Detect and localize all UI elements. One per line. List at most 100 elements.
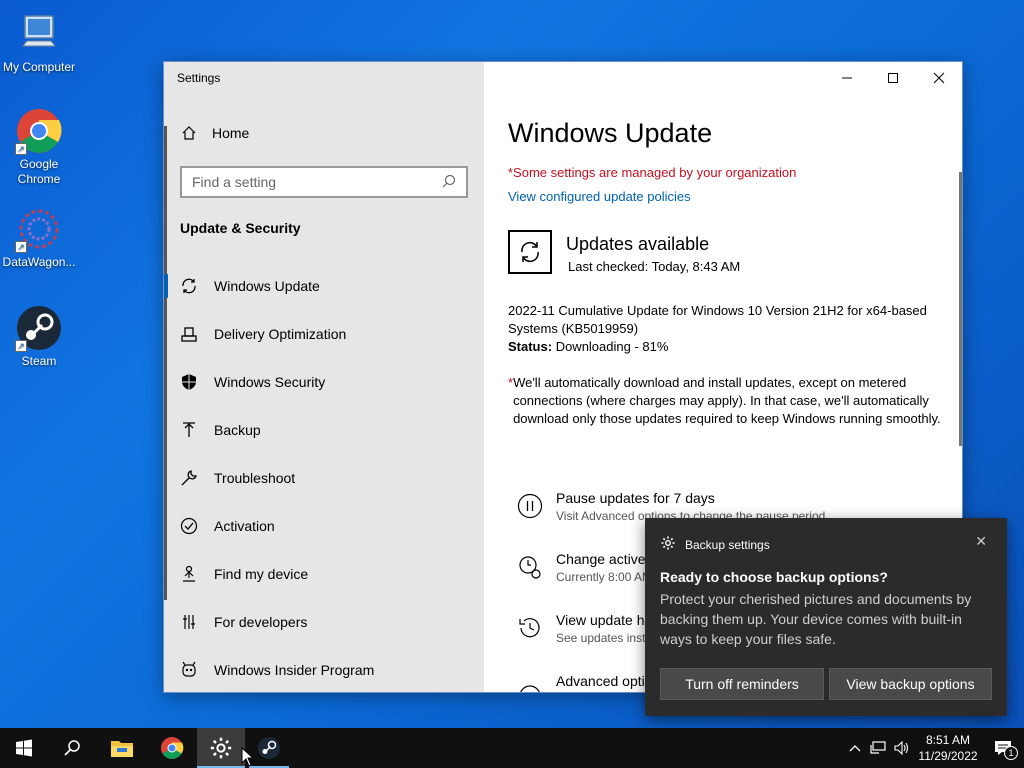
main-scrollbar[interactable]: [959, 172, 962, 446]
toast-body: Protect your cherished pictures and docu…: [660, 591, 972, 647]
toast-close-button[interactable]: ✕: [975, 533, 987, 550]
gear-icon: [210, 737, 232, 759]
chrome-taskbar-button[interactable]: [148, 728, 196, 768]
clock[interactable]: 8:51 AM 11/29/2022: [914, 732, 982, 764]
shortcut-arrow-icon: ↗: [15, 241, 27, 253]
auto-download-note: * We'll automatically download and insta…: [508, 374, 948, 428]
search-placeholder: Find a setting: [192, 174, 277, 190]
page-title: Windows Update: [508, 118, 713, 148]
gear-icon: [661, 536, 675, 553]
chrome-icon: ↗: [15, 107, 63, 155]
home-label: Home: [212, 125, 250, 141]
view-backup-options-button[interactable]: View backup options: [829, 668, 992, 700]
toast-title: Ready to choose backup options?: [660, 569, 888, 585]
window-title: Settings: [177, 71, 221, 85]
clock-icon: [516, 553, 544, 581]
volume-button[interactable]: [890, 741, 914, 755]
sidebar-item-windows-update[interactable]: Windows Update: [164, 262, 484, 310]
advanced-gear-icon: [516, 675, 544, 692]
search-icon: [442, 174, 456, 191]
desktop-icon-steam[interactable]: ↗ Steam: [0, 304, 78, 369]
update-description: 2022-11 Cumulative Update for Windows 10…: [508, 302, 928, 356]
desktop-icon-label: My Computer: [2, 60, 76, 74]
home-icon: [180, 124, 198, 142]
windows-logo-icon: [16, 739, 32, 757]
option-title: Pause updates for 7 days: [556, 490, 715, 506]
folder-icon: [111, 741, 133, 757]
sidebar-nav: Windows Update Delivery Optimization Win…: [164, 262, 484, 692]
chrome-icon: [161, 737, 184, 759]
desktop-icon-label: DataWagon...: [2, 255, 76, 269]
steam-icon: [258, 737, 280, 759]
chevron-up-icon: [849, 745, 861, 752]
sidebar-item-delivery-optimization[interactable]: Delivery Optimization: [164, 310, 484, 358]
clock-date: 11/29/2022: [918, 749, 978, 763]
managed-notice: *Some settings are managed by your organ…: [508, 165, 797, 180]
sidebar-item-backup[interactable]: Backup: [164, 406, 484, 454]
taskbar: 8:51 AM 11/29/2022 1: [0, 728, 1024, 768]
insider-icon: [180, 661, 198, 679]
home-link[interactable]: Home: [180, 124, 249, 142]
search-button[interactable]: [48, 728, 96, 768]
last-checked: Last checked: Today, 8:43 AM: [568, 259, 741, 274]
computer-icon: [15, 10, 63, 58]
sidebar-item-label: Backup: [214, 422, 261, 438]
steam-icon: ↗: [15, 304, 63, 352]
search-input[interactable]: Find a setting: [180, 166, 468, 198]
datawagon-icon: ↗: [15, 205, 63, 253]
sidebar-item-windows-insider[interactable]: Windows Insider Program: [164, 646, 484, 692]
sidebar-item-windows-security[interactable]: Windows Security: [164, 358, 484, 406]
wrench-icon: [180, 469, 198, 487]
desktop-icon-my-computer[interactable]: My Computer: [0, 10, 78, 75]
status-label: Status:: [508, 339, 553, 354]
mouse-cursor-icon: [241, 747, 253, 767]
action-center-button[interactable]: 1: [982, 740, 1024, 760]
settings-taskbar-button[interactable]: [197, 728, 245, 768]
delivery-icon: [180, 325, 198, 343]
show-hidden-icons-button[interactable]: [844, 744, 866, 752]
sidebar-item-troubleshoot[interactable]: Troubleshoot: [164, 454, 484, 502]
sidebar: Settings Home Find a setting Update & Se…: [164, 62, 484, 692]
developer-icon: [180, 613, 198, 631]
sidebar-item-label: For developers: [214, 614, 308, 630]
update-status: Updates available Last checked: Today, 8…: [508, 230, 740, 274]
desktop-icon-label: Google Chrome: [17, 157, 61, 186]
sidebar-item-for-developers[interactable]: For developers: [164, 598, 484, 646]
check-circle-icon: [180, 517, 198, 535]
backup-toast-notification[interactable]: Backup settings ✕ Ready to choose backup…: [645, 518, 1007, 716]
system-tray: 8:51 AM 11/29/2022 1: [844, 728, 1024, 768]
toast-header: Backup settings: [661, 536, 770, 553]
sidebar-item-label: Troubleshoot: [214, 470, 296, 486]
desktop-icon-datawagon[interactable]: ↗ DataWagon...: [0, 205, 78, 270]
search-icon: [64, 740, 80, 756]
update-status-line: Status: Downloading - 81%: [508, 338, 928, 356]
desktop-icon-google-chrome[interactable]: ↗ Google Chrome: [0, 107, 78, 187]
speaker-icon: [894, 741, 909, 755]
update-name: 2022-11 Cumulative Update for Windows 10…: [508, 303, 927, 336]
section-title: Update & Security: [180, 220, 301, 236]
history-icon: [516, 614, 544, 642]
turn-off-reminders-button[interactable]: Turn off reminders: [660, 668, 824, 700]
shortcut-arrow-icon: ↗: [15, 340, 27, 352]
note-text: We'll automatically download and install…: [513, 375, 941, 426]
desktop-icon-label: Steam: [21, 354, 57, 368]
toast-app-name: Backup settings: [685, 537, 770, 552]
view-policies-link[interactable]: View configured update policies: [508, 189, 691, 204]
sidebar-item-label: Windows Security: [214, 374, 326, 390]
shield-icon: [180, 373, 198, 391]
sidebar-item-label: Activation: [214, 518, 275, 534]
file-explorer-button[interactable]: [98, 728, 146, 768]
start-button[interactable]: [0, 728, 48, 768]
notification-count-badge: 1: [1004, 746, 1018, 760]
sidebar-item-activation[interactable]: Activation: [164, 502, 484, 550]
shortcut-arrow-icon: ↗: [15, 143, 27, 155]
update-sync-icon: [508, 230, 552, 274]
sidebar-item-label: Windows Update: [214, 278, 320, 294]
clock-time: 8:51 AM: [925, 733, 971, 747]
sidebar-item-label: Find my device: [214, 566, 309, 582]
sidebar-item-find-my-device[interactable]: Find my device: [164, 550, 484, 598]
person-pin-icon: [180, 565, 198, 583]
sidebar-item-label: Windows Insider Program: [214, 662, 375, 678]
network-button[interactable]: [866, 741, 890, 755]
sync-icon: [180, 277, 198, 295]
